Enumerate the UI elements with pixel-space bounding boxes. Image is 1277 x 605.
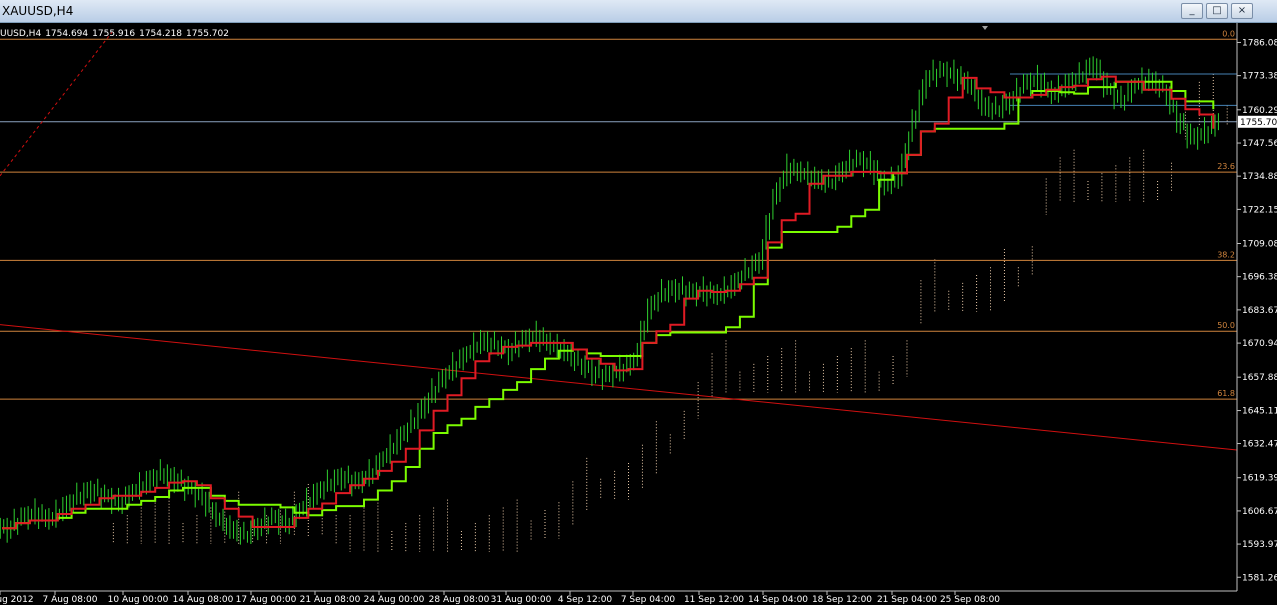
- restore-button[interactable]: □: [1206, 3, 1228, 19]
- window-title: XAUUSD,H4: [2, 4, 74, 18]
- x-tick-label: 14 Aug 08:00: [173, 595, 234, 605]
- x-tick-label: 17 Aug 00:00: [236, 595, 297, 605]
- y-tick-label: 1786.08: [1242, 38, 1277, 48]
- y-tick-label: 1606.67: [1242, 507, 1277, 517]
- x-tick-label: 28 Aug 08:00: [429, 595, 490, 605]
- y-tick-label: 1734.88: [1242, 172, 1277, 182]
- y-tick-label: 1645.11: [1242, 407, 1277, 417]
- y-tick-label: 1696.38: [1242, 273, 1277, 283]
- fib-level-label: 23.6: [1217, 162, 1235, 171]
- x-tick-label: 11 Sep 12:00: [684, 595, 744, 605]
- x-tick-label: ug 2012: [0, 595, 34, 605]
- info-close: 1755.702: [186, 29, 229, 39]
- y-tick-label: 1657.88: [1242, 373, 1277, 383]
- minimize-button[interactable]: _: [1181, 3, 1203, 19]
- y-tick-label: 1632.47: [1242, 440, 1277, 450]
- y-tick-label: 1581.26: [1242, 573, 1277, 583]
- x-tick-label: 18 Sep 12:00: [812, 595, 872, 605]
- info-symbol: UUSD,H4: [0, 29, 42, 39]
- info-open: 1754.694: [45, 29, 89, 39]
- x-tick-label: 31 Aug 00:00: [491, 595, 552, 605]
- close-button[interactable]: ×: [1231, 3, 1253, 19]
- x-tick-label: 21 Aug 08:00: [300, 595, 361, 605]
- y-tick-label: 1593.97: [1242, 540, 1277, 550]
- fib-level-label: 0.0: [1222, 29, 1235, 38]
- x-tick-label: 21 Sep 04:00: [877, 595, 937, 605]
- y-tick-label: 1773.38: [1242, 72, 1277, 82]
- y-tick-label: 1760.29: [1242, 106, 1277, 116]
- x-tick-label: 10 Aug 00:00: [108, 595, 169, 605]
- fib-level-label: 38.2: [1217, 250, 1235, 259]
- y-tick-label: 1619.39: [1242, 474, 1277, 484]
- x-tick-label: 4 Sep 12:00: [558, 595, 613, 605]
- ohlc-info: UUSD,H4 1754.694 1755.916 1754.218 1755.702: [0, 29, 233, 39]
- x-tick-label: 14 Sep 04:00: [748, 595, 808, 605]
- fib-level-label: 50.0: [1217, 321, 1235, 330]
- chart-background: [0, 23, 1277, 605]
- x-tick-label: 7 Aug 08:00: [43, 595, 98, 605]
- x-tick-label: 24 Aug 00:00: [364, 595, 425, 605]
- price-chart[interactable]: 0.0 23.6 38.2 50.0 61.8 1786.08 1773.38 1760.29…: [0, 23, 1277, 605]
- fib-level-label: 61.8: [1217, 389, 1235, 398]
- window-titlebar: XAUUSD,H4 _ □ ×: [0, 0, 1277, 23]
- x-tick-label: 7 Sep 04:00: [621, 595, 676, 605]
- y-tick-label: 1670.94: [1242, 339, 1277, 349]
- info-low: 1754.218: [139, 29, 183, 39]
- y-tick-label: 1722.15: [1242, 205, 1277, 215]
- y-tick-label: 1683.67: [1242, 306, 1277, 316]
- last-price-label: 1755.70: [1240, 118, 1277, 128]
- y-tick-label: 1709.08: [1242, 240, 1277, 250]
- x-tick-label: 25 Sep 08:00: [940, 595, 1000, 605]
- y-tick-label: 1747.56: [1242, 139, 1277, 149]
- info-high: 1755.916: [92, 29, 136, 39]
